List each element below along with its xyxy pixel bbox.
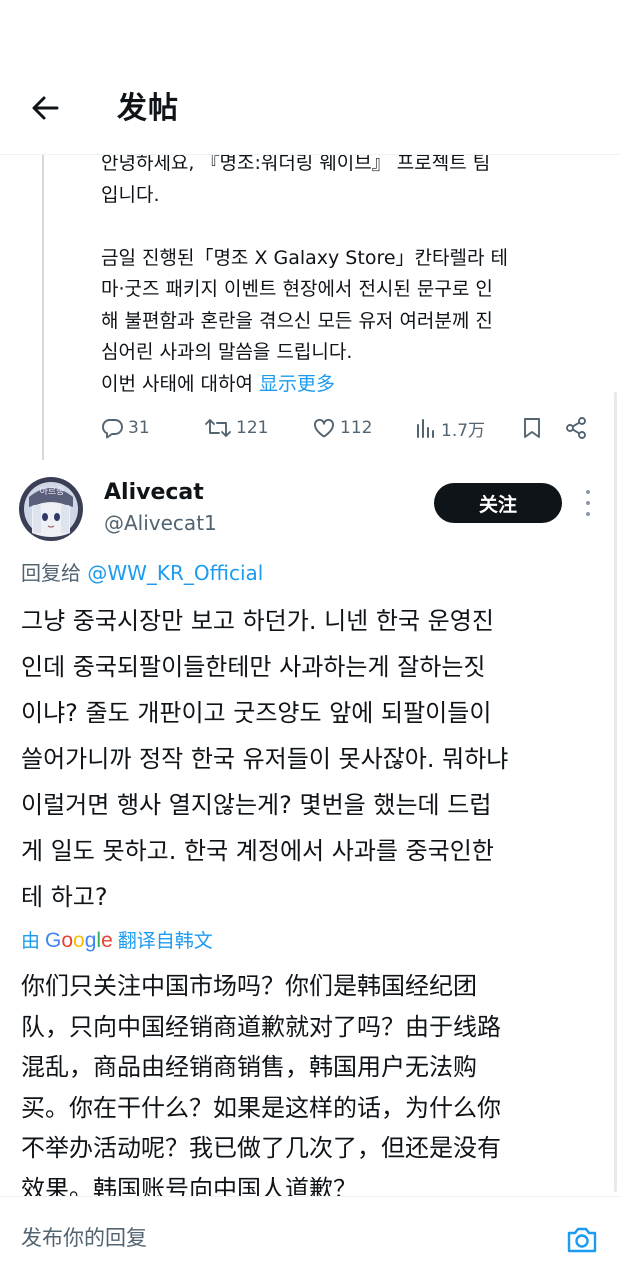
reply-to-mention-link[interactable]: @WW_KR_Official <box>87 561 263 585</box>
translated-by-google-link[interactable]: 由 Google 翻译自韩文 <box>21 926 213 956</box>
svg-text:아르종: 아르종 <box>40 486 65 497</box>
header-divider <box>0 154 621 155</box>
previous-tweet-last-line: 이번 사태에 대하여 显示更多 <box>101 369 601 401</box>
reply-to-prefix: 回复给 <box>21 561 88 585</box>
reply-composer[interactable]: 发布你的回复 <box>0 1196 621 1281</box>
tweet-text-line: 게 일도 못하고. 한국 계정에서 사과를 중국인한 <box>21 837 494 865</box>
thread-line <box>42 130 44 460</box>
tweet-text-line: 그냥 중국시장만 보고 하던가. 니넨 한국 운영진 <box>21 607 494 635</box>
translated-text-line: 买。你在干什么？如果是这样的话，为什么你 <box>21 1093 501 1122</box>
top-bar: 发帖 <box>0 0 621 155</box>
previous-tweet-line: 마·굿즈 패키지 이벤트 현장에서 전시된 문구로 인 <box>101 278 493 300</box>
user-handle[interactable]: @Alivecat1 <box>104 508 217 538</box>
translated-text-line: 混乱，商品由经销商销售，韩国用户无法购 <box>21 1053 477 1081</box>
reply-to-line: 回复给 @WW_KR_Official <box>21 558 263 588</box>
translated-text-line: 队，只向中国经销商道歉就对了吗？由于线路 <box>21 1012 501 1041</box>
translated-text-line: 你们只关注中国市场吗？你们是韩国经纪团 <box>21 972 477 1000</box>
previous-tweet[interactable]: 안녕하세요, 『명조:워더링 웨이브』 프로젝트 팀 입니다. 금일 진행된「명… <box>0 130 621 460</box>
display-name[interactable]: Alivecat <box>104 478 204 508</box>
tweet-text-line: 이럴거면 행사 열지않는게? 몇번을 했는데 드럽 <box>21 791 492 819</box>
camera-icon[interactable] <box>565 1223 599 1257</box>
follow-button[interactable]: 关注 <box>434 483 562 523</box>
previous-tweet-line: 금일 진행된「명조 X Galaxy Store」칸타렐라 테 <box>101 246 508 269</box>
more-options-icon[interactable] <box>580 490 596 516</box>
show-more-link[interactable]: 显示更多 <box>259 373 335 395</box>
translated-text: 你们只关注中国市场吗？你们是韩国经纪团 队，只向中国经销商道歉就对了吗？由于线路… <box>21 966 611 1209</box>
arrow-left-icon <box>26 96 66 132</box>
previous-tweet-line: 해 불편함과 혼란을 겪으신 모든 유저 여러분께 진 <box>101 309 493 332</box>
google-logo: Google <box>45 929 113 952</box>
previous-tweet-text: 안녕하세요, 『명조:워더링 웨이브』 프로젝트 팀 입니다. 금일 진행된「명… <box>101 148 601 400</box>
translated-prefix: 由 <box>21 930 41 952</box>
reply-input[interactable]: 发布你的回复 <box>21 1223 147 1253</box>
page-title: 发帖 <box>117 91 179 126</box>
tweet-text-line: 인데 중국되팔이들한테만 사과하는게 잘하는짓 <box>21 653 486 681</box>
previous-tweet-line-prefix: 이번 사태에 대하여 <box>101 372 259 395</box>
translated-suffix: 翻译自韩文 <box>117 930 213 952</box>
previous-tweet-line: 입니다. <box>101 183 160 206</box>
tweet-text-line: 테 하고? <box>21 883 108 911</box>
tweet-text-line: 이냐? 줄도 개판이고 굿즈양도 앞에 되팔이들이 <box>21 699 492 727</box>
previous-tweet-line <box>101 211 601 243</box>
avatar[interactable]: 아르종 <box>19 477 83 541</box>
tweet-text: 그냥 중국시장만 보고 하던가. 니넨 한국 운영진 인데 중국되팔이들한테만 … <box>21 598 611 920</box>
back-button[interactable] <box>26 88 66 128</box>
tweet-text-line: 쓸어가니까 정작 한국 유저들이 못사잖아. 뭐하냐 <box>21 745 509 773</box>
previous-tweet-line: 심어린 사과의 말씀을 드립니다. <box>101 341 353 363</box>
scrollbar[interactable] <box>614 392 617 1192</box>
translated-text-line: 不举办活动呢？我已做了几次了，但还是没有 <box>21 1134 501 1162</box>
